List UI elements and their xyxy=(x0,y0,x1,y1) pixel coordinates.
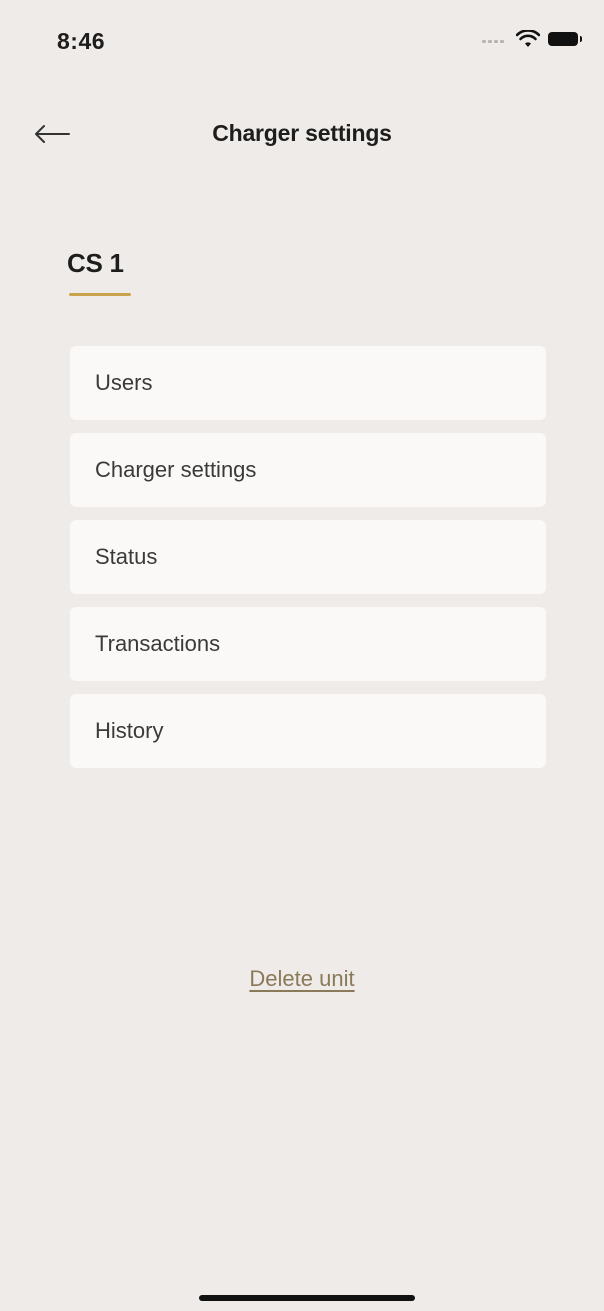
menu-item-history[interactable]: History xyxy=(70,694,546,768)
status-bar: 8:46 xyxy=(0,0,604,86)
delete-unit-link[interactable]: Delete unit xyxy=(0,966,604,992)
menu-item-charger-settings[interactable]: Charger settings xyxy=(70,433,546,507)
status-time: 8:46 xyxy=(57,28,106,54)
wifi-icon xyxy=(516,30,540,47)
status-icons xyxy=(482,30,582,48)
signal-icon xyxy=(482,35,508,43)
unit-name: CS 1 xyxy=(67,248,124,278)
unit-tab-underline xyxy=(69,293,131,296)
page-title: Charger settings xyxy=(212,120,392,146)
menu-item-status[interactable]: Status xyxy=(70,520,546,594)
unit-tab[interactable]: CS 1 xyxy=(67,248,131,296)
settings-menu: Users Charger settings Status Transactio… xyxy=(70,346,546,781)
menu-item-transactions[interactable]: Transactions xyxy=(70,607,546,681)
nav-bar: Charger settings xyxy=(0,100,604,170)
menu-item-users[interactable]: Users xyxy=(70,346,546,420)
home-indicator xyxy=(199,1295,415,1301)
battery-icon xyxy=(548,32,582,46)
